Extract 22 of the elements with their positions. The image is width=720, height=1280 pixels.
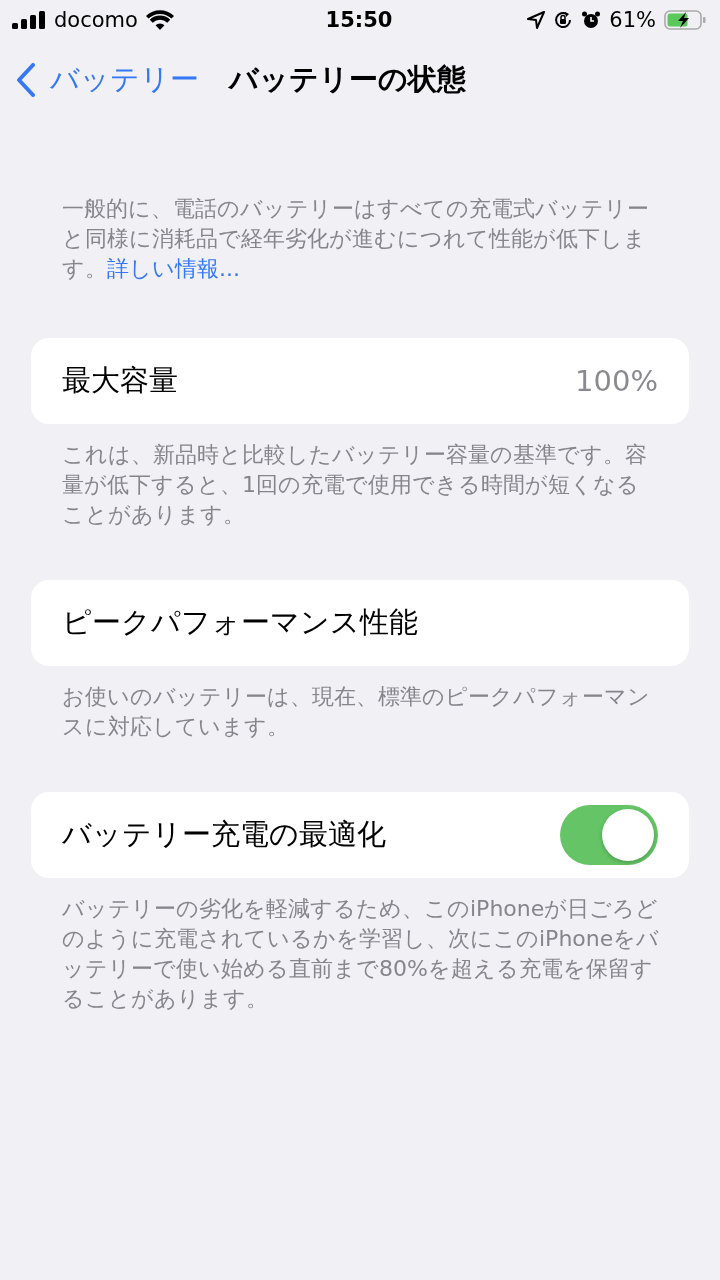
- alarm-clock-icon: [581, 10, 602, 30]
- toggle-switch[interactable]: [560, 805, 658, 865]
- row-label: 最大容量: [62, 362, 178, 399]
- intro-paragraph: 一般的に、電話のバッテリーはすべての充電式バッテリーと同様に消耗品で経年劣化が進むにつれて性能が低下します。詳しい情報...: [61, 195, 650, 283]
- battery-percent: 61%: [609, 8, 656, 32]
- back-button[interactable]: バッテリー: [16, 60, 199, 100]
- row-label: バッテリー充電の最適化: [62, 816, 386, 853]
- wifi-icon: [145, 10, 174, 30]
- page-title: バッテリーの状態: [229, 61, 466, 98]
- row-value: 100%: [575, 364, 658, 398]
- section-footer: これは、新品時と比較したバッテリー容量の基準です。容量が低下すると、1回の充電で使用できる時間が短くなることがあります。: [0, 440, 720, 530]
- location-arrow-icon: [527, 11, 546, 29]
- charging-battery-icon: [664, 10, 706, 30]
- clock-time: 15:50: [325, 8, 393, 32]
- more-info-link[interactable]: 詳しい情報...: [107, 256, 240, 281]
- rotation-lock-icon: [553, 10, 574, 30]
- chevron-left-icon: [16, 63, 36, 97]
- section-footer: お使いのバッテリーは、現在、標準のピークパフォーマンスに対応しています。: [0, 682, 720, 742]
- signal-icon: [12, 11, 46, 29]
- section-footer: バッテリーの劣化を軽減するため、このiPhoneが日ごろどのように充電されているかを学習し、次にこのiPhoneをバッテリーで使い始める直前まで80%を超える充電を保留することがあります。: [0, 894, 720, 1014]
- row-label: ピークパフォーマンス性能: [62, 604, 418, 641]
- carrier-name: docomo: [54, 8, 138, 32]
